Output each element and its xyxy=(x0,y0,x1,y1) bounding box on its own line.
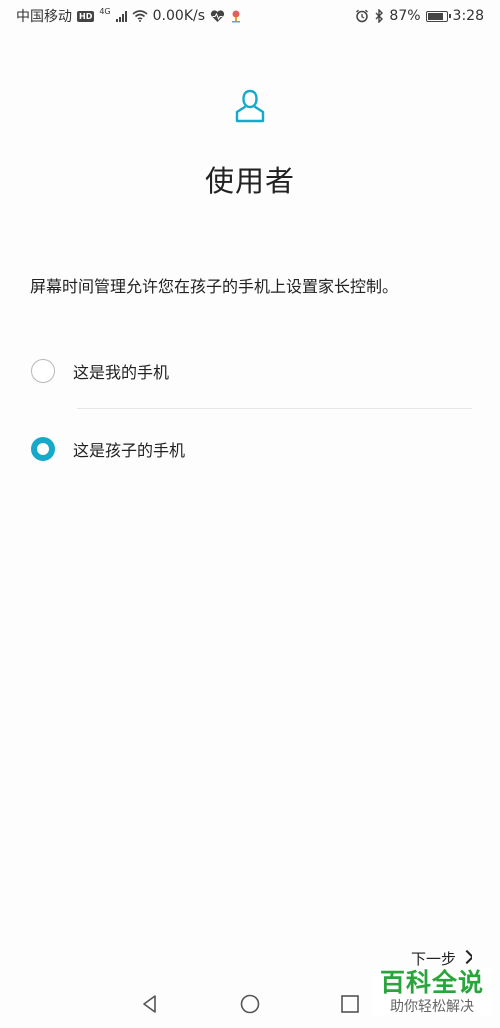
radio-button-selected[interactable] xyxy=(31,437,55,461)
network-type: 4G xyxy=(99,6,111,16)
watermark: 百科全说 助你轻松解决 xyxy=(372,968,492,1016)
location-pin-icon xyxy=(232,10,241,23)
watermark-title: 百科全说 xyxy=(379,968,484,997)
signal-icon xyxy=(115,10,127,22)
watermark-subtitle: 助你轻松解决 xyxy=(390,999,474,1015)
alarm-icon xyxy=(356,9,369,23)
clock: 3:28 xyxy=(452,8,484,24)
wifi-icon xyxy=(132,10,148,22)
back-triangle-icon[interactable] xyxy=(140,994,160,1014)
screen: 中国移动 HD 4G 0.00K/s 87% 3:28 使用者 屏幕时间管理允许… xyxy=(0,0,500,1028)
radio-button-unselected[interactable] xyxy=(31,359,55,383)
recent-square-icon[interactable] xyxy=(340,994,360,1014)
status-right: 87% 3:28 xyxy=(355,8,484,24)
user-icon xyxy=(235,89,265,123)
option-label: 这是我的手机 xyxy=(73,363,170,382)
chevron-right-icon xyxy=(459,949,472,965)
status-left: 中国移动 HD 4G 0.00K/s xyxy=(16,6,242,26)
hd-badge: HD xyxy=(77,10,95,22)
option-label: 这是孩子的手机 xyxy=(73,441,186,460)
page-title: 使用者 xyxy=(204,164,295,198)
option-child-phone[interactable]: 这是孩子的手机 xyxy=(0,421,500,477)
next-button-label: 下一步 xyxy=(410,949,456,968)
home-circle-icon[interactable] xyxy=(240,994,260,1014)
battery-fill xyxy=(427,12,443,20)
description-text: 屏幕时间管理允许您在孩子的手机上设置家长控制。 xyxy=(30,277,399,296)
health-heart-icon xyxy=(210,9,225,22)
divider xyxy=(77,408,472,409)
battery-icon xyxy=(425,10,451,22)
carrier-name: 中国移动 xyxy=(16,9,72,25)
bluetooth-icon xyxy=(375,9,384,23)
status-bar: 中国移动 HD 4G 0.00K/s 87% 3:28 xyxy=(0,0,500,32)
next-button[interactable]: 下一步 xyxy=(411,946,472,970)
option-my-phone[interactable]: 这是我的手机 xyxy=(0,343,500,399)
battery-percent: 87% xyxy=(389,8,421,24)
network-speed: 0.00K/s xyxy=(152,8,206,24)
